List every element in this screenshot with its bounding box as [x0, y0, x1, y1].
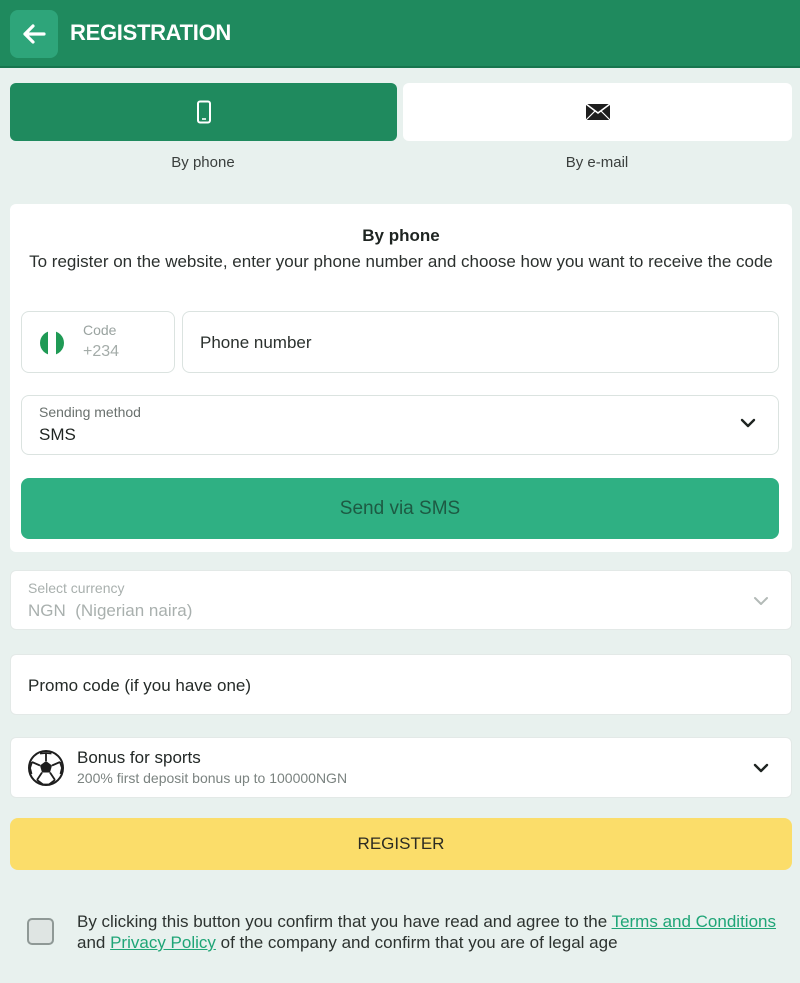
- consent-text-part: By clicking this button you confirm that…: [77, 912, 612, 931]
- promo-code-input[interactable]: Promo code (if you have one): [10, 654, 792, 715]
- currency-label: Select currency: [28, 580, 125, 596]
- back-button[interactable]: [10, 10, 58, 58]
- consent-text-part: and: [77, 933, 111, 952]
- card-description: To register on the website, enter your p…: [29, 252, 773, 271]
- consent-text: By clicking this button you confirm that…: [77, 911, 777, 953]
- tab-label-by-email[interactable]: By e-mail: [402, 154, 792, 171]
- sending-method-select[interactable]: Sending method SMS: [21, 395, 779, 455]
- phone-registration-card: By phone To register on the website, ent…: [10, 204, 792, 552]
- country-code-field[interactable]: Code +234: [21, 311, 175, 373]
- header-bar: REGISTRATION: [0, 0, 800, 68]
- arrow-left-icon: [23, 24, 46, 44]
- phone-number-input[interactable]: Phone number: [182, 311, 779, 373]
- smartphone-icon: [196, 100, 211, 124]
- consent-text-part: of the company and confirm that you are …: [215, 933, 618, 952]
- page-title: REGISTRATION: [70, 20, 231, 45]
- card-title: By phone: [362, 226, 440, 245]
- soccer-ball-icon: [28, 750, 64, 786]
- phone-number-placeholder: Phone number: [200, 333, 312, 352]
- terms-link[interactable]: Terms and Conditions: [612, 912, 776, 931]
- chevron-down-icon: [754, 597, 768, 605]
- chevron-down-icon: [740, 418, 756, 428]
- privacy-policy-link[interactable]: Privacy Policy: [110, 933, 216, 952]
- send-via-sms-button[interactable]: Send via SMS: [21, 478, 779, 539]
- currency-select[interactable]: Select currency NGN (Nigerian naira): [10, 570, 792, 630]
- tab-by-email[interactable]: [403, 83, 792, 141]
- bonus-subtitle: 200% first deposit bonus up to 100000NGN: [77, 770, 348, 786]
- bonus-title: Bonus for sports: [77, 748, 201, 767]
- bonus-select[interactable]: Bonus for sports 200% first deposit bonu…: [10, 737, 792, 798]
- tab-label-by-phone[interactable]: By phone: [8, 154, 398, 171]
- nigeria-flag-icon: [40, 331, 64, 355]
- currency-value: NGN (Nigerian naira): [28, 601, 193, 620]
- envelope-icon: [585, 103, 610, 121]
- consent-checkbox[interactable]: [27, 918, 54, 945]
- chevron-down-icon: [753, 763, 769, 773]
- promo-code-placeholder: Promo code (if you have one): [28, 676, 252, 695]
- code-value: +234: [83, 343, 120, 360]
- sending-method-value: SMS: [39, 425, 76, 444]
- tab-by-phone[interactable]: [10, 83, 397, 141]
- register-button[interactable]: REGISTER: [10, 818, 792, 870]
- sending-method-label: Sending method: [39, 404, 141, 420]
- code-label: Code: [83, 322, 117, 338]
